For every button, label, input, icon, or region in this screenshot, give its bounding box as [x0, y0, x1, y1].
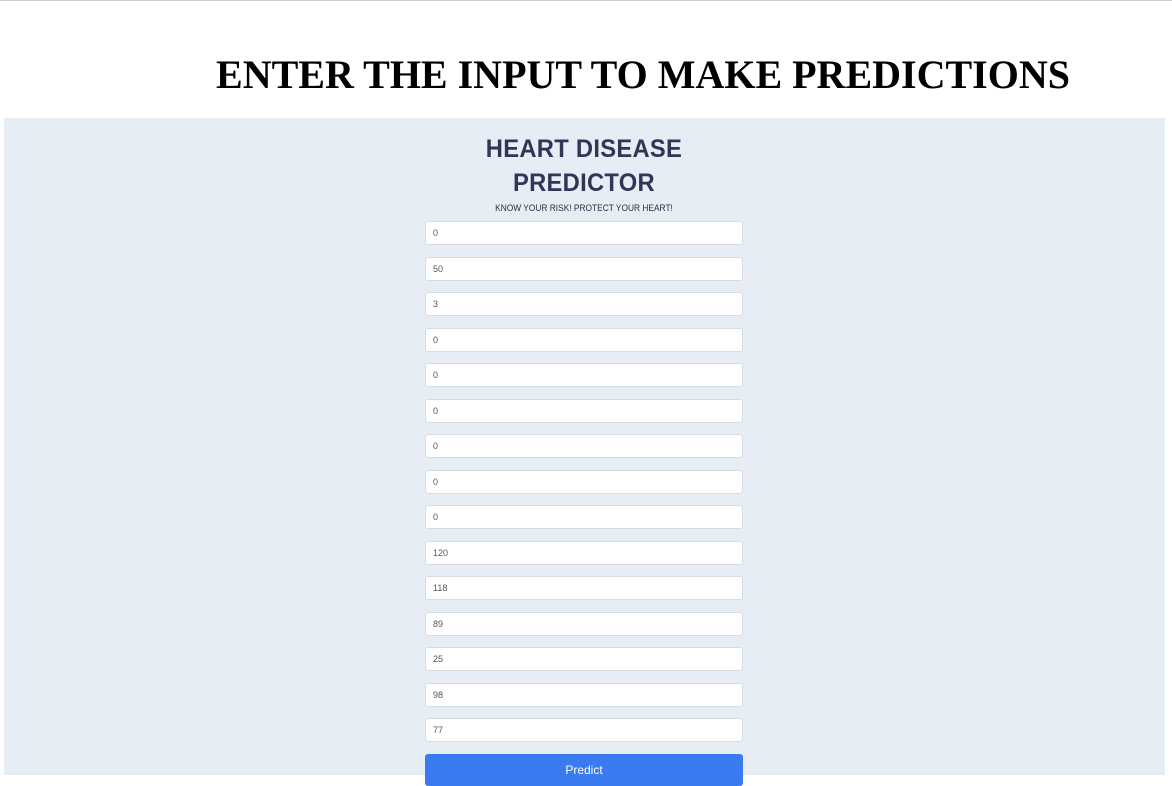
- input-field-10[interactable]: [425, 540, 743, 565]
- top-divider: [0, 0, 1172, 1]
- input-fields: [425, 221, 743, 742]
- page-title: ENTER THE INPUT TO MAKE PREDICTIONS: [216, 52, 1070, 97]
- input-field-7[interactable]: [425, 434, 743, 458]
- input-field-14[interactable]: [425, 682, 743, 707]
- input-field-11[interactable]: [425, 576, 743, 600]
- input-field-13[interactable]: [425, 647, 743, 671]
- input-field-3[interactable]: [425, 292, 743, 316]
- input-field-9[interactable]: [425, 505, 743, 529]
- form-title: HEART DISEASE PREDICTOR: [485, 135, 683, 197]
- input-field-12[interactable]: [425, 611, 743, 636]
- input-field-1[interactable]: [425, 221, 743, 245]
- input-field-2[interactable]: [425, 256, 743, 281]
- form-tagline: KNOW YOUR RISK! PROTECT YOUR HEART!: [495, 203, 673, 214]
- form-panel: HEART DISEASE PREDICTOR KNOW YOUR RISK! …: [4, 118, 1165, 786]
- heart-disease-form: HEART DISEASE PREDICTOR KNOW YOUR RISK! …: [425, 118, 743, 786]
- input-field-5[interactable]: [425, 363, 743, 387]
- input-field-15[interactable]: [425, 718, 743, 742]
- predict-button[interactable]: Predict: [425, 753, 743, 786]
- input-field-6[interactable]: [425, 398, 743, 423]
- input-field-4[interactable]: [425, 327, 743, 352]
- input-field-8[interactable]: [425, 469, 743, 494]
